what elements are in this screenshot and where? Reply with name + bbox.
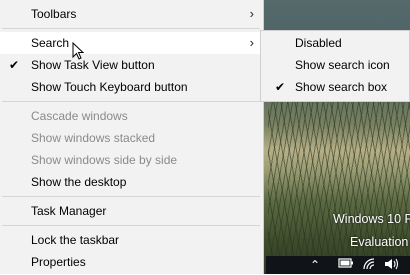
menu-separator <box>2 225 260 226</box>
checkmark-icon: ✔ <box>9 58 20 72</box>
taskbar: ⌃ <box>266 256 410 274</box>
menu-separator <box>2 28 260 29</box>
menu-item-label: Show windows stacked <box>31 131 156 145</box>
menu-item-show-the-desktop[interactable]: Show the desktop <box>0 171 264 193</box>
battery-icon[interactable] <box>338 257 354 273</box>
menu-item-label: Toolbars <box>31 7 77 21</box>
menu-item-task-manager[interactable]: Task Manager <box>0 200 264 222</box>
menu-item-lock-the-taskbar[interactable]: Lock the taskbar <box>0 229 264 251</box>
menu-separator <box>2 101 260 102</box>
menu-item-label: Lock the taskbar <box>31 233 120 247</box>
submenu-item-show-search-icon[interactable]: Show search icon <box>261 54 409 76</box>
chevron-up-icon[interactable]: ⌃ <box>310 257 320 273</box>
menu-item-toolbars[interactable]: Toolbars › <box>0 3 264 25</box>
taskbar-context-menu: Toolbars › Search › ✔ Show Task View but… <box>0 0 264 274</box>
chevron-right-icon: › <box>249 6 254 21</box>
network-icon[interactable] <box>362 257 376 275</box>
menu-item-label: Show Touch Keyboard button <box>31 80 188 94</box>
menu-item-label: Show Task View button <box>31 58 155 72</box>
volume-icon[interactable] <box>384 257 400 275</box>
chevron-right-icon: › <box>249 35 254 50</box>
search-submenu: Disabled Show search icon ✔ Show search … <box>260 30 410 102</box>
menu-separator <box>2 196 260 197</box>
menu-item-show-task-view-button[interactable]: ✔ Show Task View button <box>0 54 264 76</box>
watermark-line-1: Windows 10 Pr <box>333 212 410 226</box>
submenu-item-label: Disabled <box>295 36 342 50</box>
submenu-item-label: Show search icon <box>295 58 390 72</box>
menu-item-show-windows-stacked: Show windows stacked <box>0 127 264 149</box>
checkmark-icon: ✔ <box>275 80 286 94</box>
menu-item-label: Search <box>31 36 70 50</box>
menu-item-label: Show windows side by side <box>31 153 178 167</box>
menu-item-show-touch-keyboard-button[interactable]: Show Touch Keyboard button <box>0 76 264 98</box>
menu-item-cascade-windows: Cascade windows <box>0 105 264 127</box>
watermark-line-2: Evaluation c <box>350 235 410 249</box>
menu-item-label: Task Manager <box>31 204 107 218</box>
submenu-item-label: Show search box <box>295 80 388 94</box>
mouse-cursor-icon <box>72 42 84 60</box>
menu-item-properties[interactable]: Properties <box>0 251 264 273</box>
menu-item-label: Show the desktop <box>31 175 127 189</box>
menu-item-label: Properties <box>31 255 86 269</box>
menu-item-search[interactable]: Search › <box>0 32 264 54</box>
menu-item-label: Cascade windows <box>31 109 128 123</box>
submenu-item-show-search-box[interactable]: ✔ Show search box <box>261 76 409 98</box>
menu-item-show-windows-side-by-side: Show windows side by side <box>0 149 264 171</box>
submenu-item-disabled[interactable]: Disabled <box>261 32 409 54</box>
